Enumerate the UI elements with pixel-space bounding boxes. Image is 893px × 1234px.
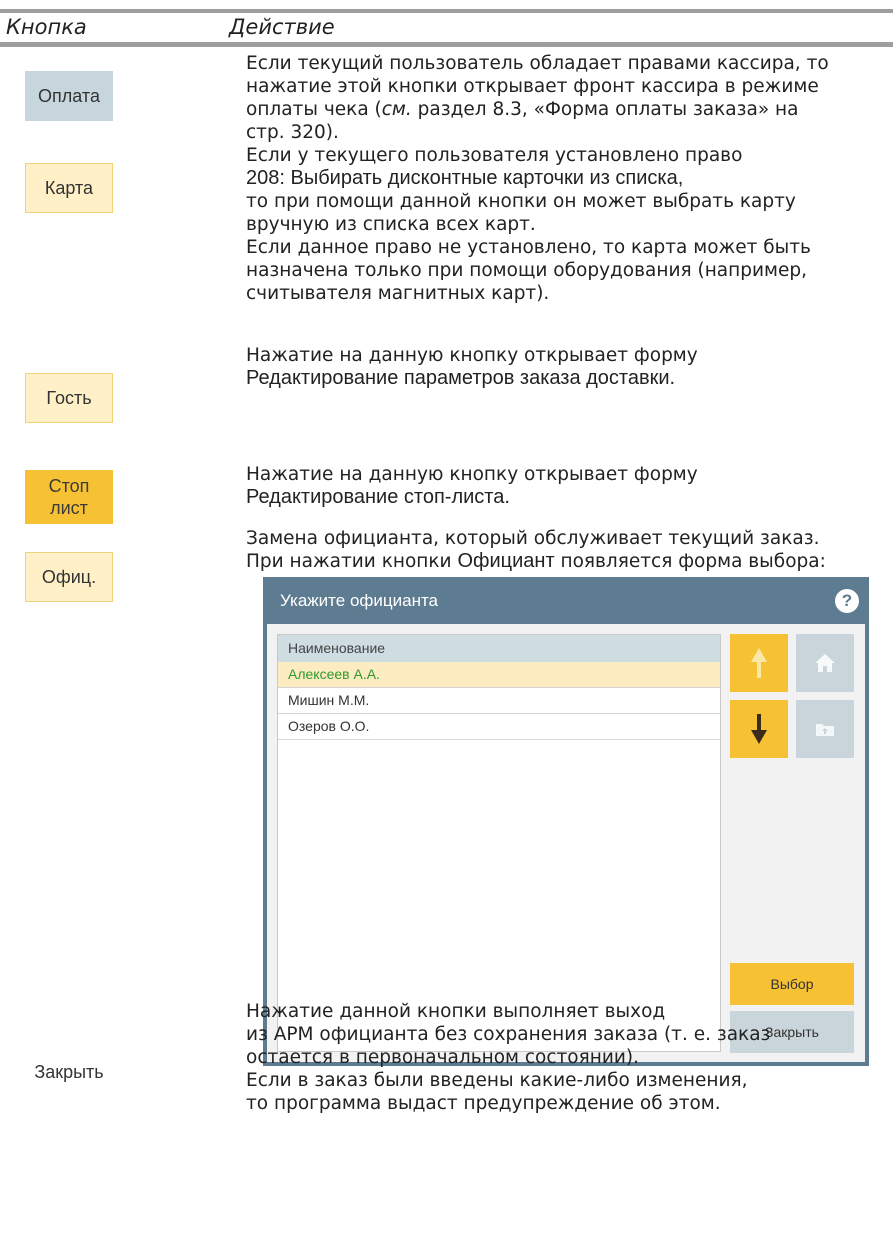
desc-line: Если текущий пользователь обладает права…	[246, 53, 829, 74]
select-button[interactable]: Выбор	[730, 963, 854, 1005]
folder-up-icon	[816, 724, 834, 736]
desc-text: При нажатии кнопки	[246, 551, 458, 572]
waiter-button[interactable]: Офиц.	[25, 552, 113, 602]
desc-line: стр. 320).	[246, 122, 339, 143]
desc-line: При нажатии кнопки Официант появляется ф…	[246, 550, 891, 573]
desc-line: Если данное право не установлено, то кар…	[246, 237, 811, 258]
close-description: Нажатие данной кнопки выполняет выход из…	[246, 1000, 891, 1115]
column-header-action: Действие	[229, 15, 335, 39]
home-button[interactable]	[796, 634, 854, 692]
desc-line: Нажатие на данную кнопку открывает форму	[246, 464, 698, 485]
top-rule	[0, 9, 893, 13]
list-column-header: Наименование	[278, 635, 720, 662]
stop-list-label-line1: Стоп	[48, 476, 90, 496]
waiter-list: Наименование Алексеев А.А. Мишин М.М. Оз…	[277, 634, 721, 1052]
payment-description: Если текущий пользователь обладает права…	[246, 52, 891, 144]
arrow-up-icon	[751, 648, 767, 678]
desc-line: Если у текущего пользователя установлено…	[246, 145, 743, 166]
desc-line: то при помощи данной кнопки он может выб…	[246, 191, 796, 212]
desc-line: из АРМ официанта без сохранения заказа (…	[246, 1024, 771, 1045]
dialog-title: Укажите официанта	[280, 591, 439, 610]
card-button[interactable]: Карта	[25, 163, 113, 213]
select-waiter-dialog: Укажите официанта ? Наименование Алексее…	[263, 577, 869, 1066]
right-name: 208: Выбирать дисконтные карточки из спи…	[246, 167, 684, 189]
column-header-button: Кнопка	[6, 15, 87, 39]
desc-line: назначена только при помощи оборудования…	[246, 260, 807, 281]
desc-line: то программа выдаст предупреждение об эт…	[246, 1093, 721, 1114]
stop-list-button[interactable]: Стоп лист	[25, 470, 113, 524]
dialog-body: Наименование Алексеев А.А. Мишин М.М. Оз…	[267, 624, 865, 1062]
desc-line-text: нажатие этой кнопки открывает фронт касс…	[246, 76, 819, 97]
desc-line: Нажатие на данную кнопку открывает форму	[246, 345, 698, 366]
guest-button[interactable]: Гость	[25, 373, 113, 423]
scroll-down-button[interactable]	[730, 700, 788, 758]
waiter-description: Замена официанта, который обслуживает те…	[246, 527, 891, 573]
button-name: Официант	[457, 550, 555, 572]
desc-line: Замена официанта, который обслуживает те…	[246, 528, 820, 549]
form-name: Редактирование стоп-листа.	[246, 486, 510, 508]
desc-text: оплаты чека (	[246, 99, 382, 120]
list-item[interactable]: Алексеев А.А.	[278, 662, 720, 688]
help-icon[interactable]: ?	[835, 589, 859, 613]
guest-description: Нажатие на данную кнопку открывает форму…	[246, 344, 891, 390]
desc-text: появляется форма выбора:	[554, 551, 826, 572]
arrow-down-icon	[751, 714, 767, 744]
header-rule	[0, 42, 893, 47]
desc-line: остается в первоначальном состоянии).	[246, 1047, 639, 1068]
list-item[interactable]: Озеров О.О.	[278, 714, 720, 740]
desc-line: оплаты чека (см. раздел 8.3, «Форма опла…	[246, 98, 891, 121]
payment-button[interactable]: Оплата	[25, 71, 113, 121]
list-item[interactable]: Мишин М.М.	[278, 688, 720, 714]
card-description: Если у текущего пользователя установлено…	[246, 144, 891, 305]
desc-line: считывателя магнитных карт).	[246, 283, 550, 304]
desc-line: нажатие этой кнопки открывает фронт касс…	[246, 75, 891, 98]
desc-line: вручную из списка всех карт.	[246, 214, 536, 235]
stop-list-description: Нажатие на данную кнопку открывает форму…	[246, 463, 891, 509]
desc-text: раздел 8.3, «Форма оплаты заказа» на	[411, 99, 799, 120]
desc-line: Нажатие данной кнопки выполняет выход	[246, 1001, 666, 1022]
scroll-up-button[interactable]	[730, 634, 788, 692]
stop-list-label-line2: лист	[50, 498, 88, 518]
home-icon	[815, 654, 835, 672]
folder-up-button[interactable]	[796, 700, 854, 758]
form-name: Редактирование параметров заказа доставк…	[246, 367, 676, 389]
see-abbrev: см.	[381, 99, 412, 120]
desc-line: Если в заказ были введены какие-либо изм…	[246, 1070, 748, 1091]
close-button[interactable]: Закрыть	[25, 1047, 113, 1097]
